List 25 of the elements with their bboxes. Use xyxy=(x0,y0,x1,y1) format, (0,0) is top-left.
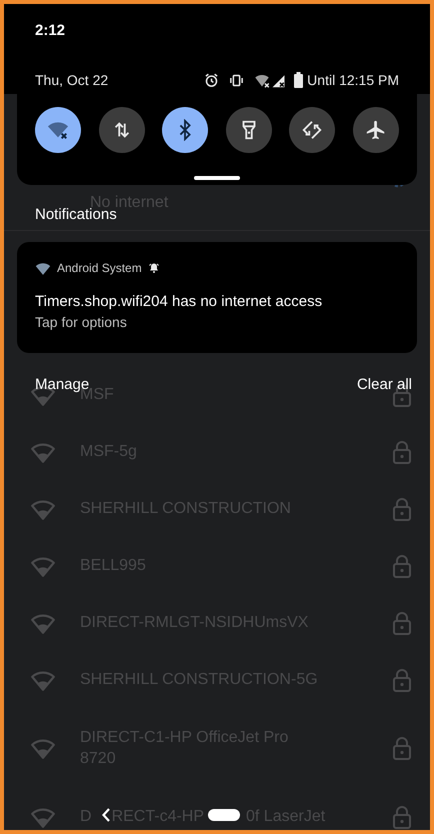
notification-card[interactable]: Android System Timers.shop.wifi204 has no internet access Tap for options xyxy=(17,242,417,353)
bell-icon xyxy=(148,262,160,274)
quick-setting-tile[interactable] xyxy=(35,107,81,153)
quick-setting-tile[interactable] xyxy=(162,107,208,153)
notification-text: Tap for options xyxy=(35,313,128,332)
clock-text: 2:12 xyxy=(35,21,66,41)
section-heading: Notifications xyxy=(35,206,117,225)
battery-text: Until 12:15 PM xyxy=(307,70,399,90)
quick-setting-tile[interactable] xyxy=(98,107,145,153)
battery-icon xyxy=(294,72,304,88)
back-icon[interactable] xyxy=(102,807,110,823)
wifi-icon xyxy=(35,262,51,274)
home-pill[interactable] xyxy=(208,809,240,821)
clear-all-button[interactable]: Clear all xyxy=(356,375,412,395)
quick-setting-tile[interactable] xyxy=(352,107,399,153)
vibrate-icon xyxy=(229,72,244,88)
app-name: Android System xyxy=(57,260,142,276)
rotate-icon xyxy=(301,119,324,141)
airplane-icon xyxy=(364,119,387,141)
quick-setting-tile[interactable] xyxy=(289,107,336,153)
date-text: Thu, Oct 22 xyxy=(35,70,108,90)
quick-setting-tile[interactable] xyxy=(226,107,272,153)
notification-title: Timers.shop.wifi204 has no internet access xyxy=(35,292,324,312)
alarm-icon xyxy=(204,72,220,88)
drag-handle[interactable] xyxy=(194,176,240,180)
